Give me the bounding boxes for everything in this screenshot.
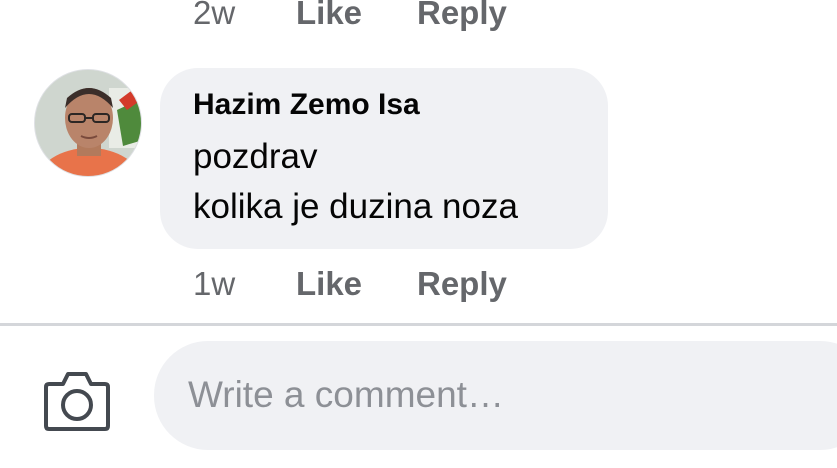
comment-timestamp: 1w bbox=[193, 265, 236, 302]
comment-input[interactable]: Write a comment… bbox=[154, 341, 837, 450]
avatar[interactable] bbox=[34, 69, 142, 177]
comment-input-placeholder: Write a comment… bbox=[188, 374, 504, 415]
avatar-photo bbox=[35, 70, 141, 176]
comment-actions: 1w Like Reply bbox=[0, 264, 837, 304]
divider bbox=[0, 323, 837, 326]
comment-text-line: kolika je duzina noza bbox=[193, 187, 518, 226]
comment-author[interactable]: Hazim Zemo Isa bbox=[193, 88, 420, 122]
previous-comment-actions: 2w Like Reply bbox=[0, 0, 837, 33]
camera-icon bbox=[44, 372, 110, 431]
reply-button[interactable]: Reply bbox=[417, 0, 507, 33]
like-button[interactable]: Like bbox=[296, 264, 362, 304]
comment-bubble[interactable]: Hazim Zemo Isa pozdrav kolika je duzina … bbox=[160, 68, 608, 249]
comment-text-line: pozdrav bbox=[193, 137, 318, 176]
comment-timestamp: 2w bbox=[193, 0, 236, 31]
like-button[interactable]: Like bbox=[296, 0, 362, 33]
reply-button[interactable]: Reply bbox=[417, 264, 507, 304]
camera-button[interactable] bbox=[43, 370, 111, 432]
